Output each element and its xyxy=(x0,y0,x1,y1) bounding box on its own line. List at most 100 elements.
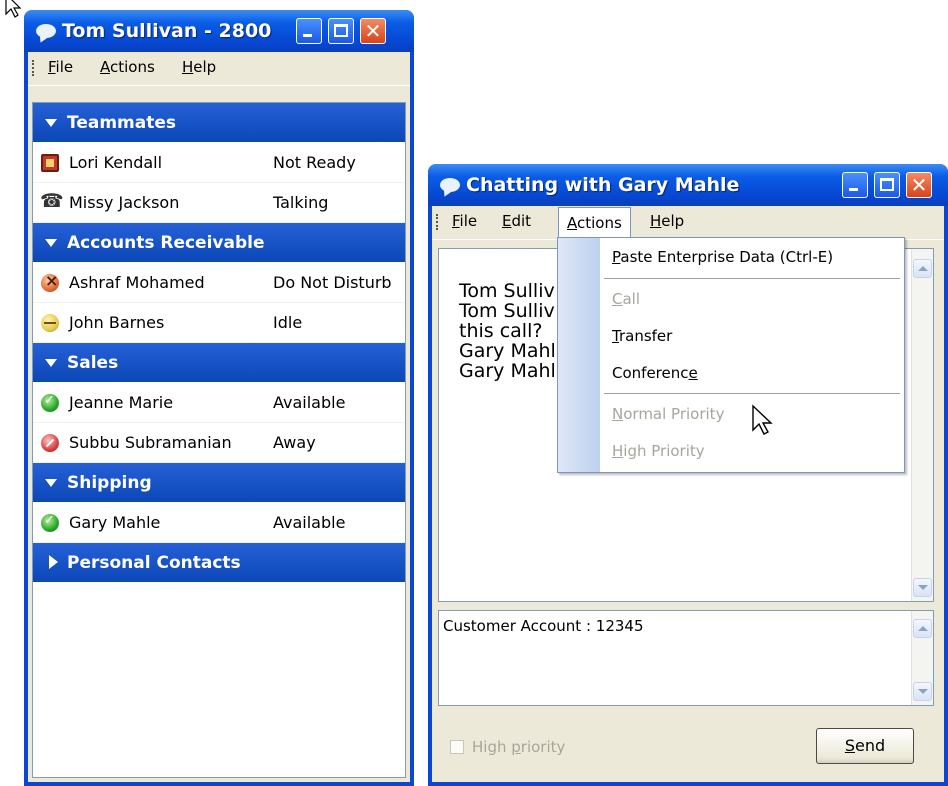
contact-row[interactable]: Missy Jackson Talking xyxy=(33,183,405,223)
group-header-shipping[interactable]: Shipping xyxy=(33,463,405,503)
group-header-personal-contacts[interactable]: Personal Contacts xyxy=(33,543,405,583)
menu-actions[interactable]: Actions xyxy=(558,207,631,237)
not-ready-icon xyxy=(41,154,59,172)
contact-name: Ashraf Mohamed xyxy=(69,273,205,292)
away-icon xyxy=(41,434,59,452)
group-header-accounts-receivable[interactable]: Accounts Receivable xyxy=(33,223,405,263)
chevron-down-icon xyxy=(918,585,928,590)
mouse-pointer-icon xyxy=(5,0,22,18)
contact-status: Available xyxy=(273,393,346,412)
message-input[interactable]: Customer Account : 12345 xyxy=(438,610,934,706)
contacts-window-body: File Actions Help Teammates Lori Kendall… xyxy=(28,52,410,782)
contact-row[interactable]: Ashraf Mohamed Do Not Disturb xyxy=(33,263,405,303)
contacts-title-bar[interactable]: Tom Sullivan - 2800 ✕ xyxy=(24,10,414,52)
available-check-icon xyxy=(41,393,59,412)
maximize-button[interactable] xyxy=(874,172,900,198)
close-button[interactable]: ✕ xyxy=(360,18,386,44)
menu-help[interactable]: Help xyxy=(174,52,224,82)
chevron-down-icon xyxy=(918,689,928,694)
menu-actions[interactable]: Actions xyxy=(92,52,163,82)
collapse-arrow-icon xyxy=(45,479,57,487)
group-header-teammates[interactable]: Teammates xyxy=(33,103,405,143)
checkbox-box[interactable] xyxy=(450,740,464,754)
minimize-button[interactable] xyxy=(842,172,868,198)
idle-icon xyxy=(41,314,59,332)
scroll-up-button[interactable] xyxy=(913,619,932,638)
chat-window: Chatting with Gary Mahle ✕ File Edit Act… xyxy=(428,164,948,786)
minimize-button[interactable] xyxy=(296,18,322,44)
message-input-value: Customer Account : 12345 xyxy=(443,617,644,635)
menu-item-normal-priority[interactable]: Normal Priority xyxy=(612,399,724,429)
menu-grip xyxy=(436,214,439,230)
contacts-window: Tom Sullivan - 2800 ✕ File Actions Help … xyxy=(24,10,414,786)
chevron-up-icon xyxy=(918,266,928,271)
chat-title-bar[interactable]: Chatting with Gary Mahle ✕ xyxy=(428,164,948,206)
minimize-icon xyxy=(849,188,858,191)
menu-item-paste-enterprise-data[interactable]: Paste Enterprise Data (Ctrl-E) xyxy=(612,242,833,272)
contact-status: Available xyxy=(273,513,346,532)
menu-separator xyxy=(604,393,900,394)
transcript-lines: Tom Sulliv Tom Sulliv this call? Gary Ma… xyxy=(459,281,556,381)
scroll-up-button[interactable] xyxy=(913,259,932,278)
close-icon: ✕ xyxy=(364,19,382,43)
contact-row[interactable]: Jeanne Marie Available xyxy=(33,383,405,423)
contact-name: Subbu Subramanian xyxy=(69,433,232,452)
menu-help[interactable]: Help xyxy=(642,206,692,236)
maximize-icon xyxy=(334,24,348,37)
send-button[interactable]: Send xyxy=(816,728,914,764)
contact-row[interactable]: Subbu Subramanian Away xyxy=(33,423,405,463)
menu-item-transfer[interactable]: Transfer xyxy=(612,321,672,351)
available-check-icon xyxy=(41,513,59,532)
scroll-down-button[interactable] xyxy=(913,682,932,701)
close-button[interactable]: ✕ xyxy=(906,172,932,198)
menu-file[interactable]: File xyxy=(40,52,81,82)
contact-status: Do Not Disturb xyxy=(273,273,392,292)
transcript-line: Gary Mahl xyxy=(459,340,556,362)
group-header-sales[interactable]: Sales xyxy=(33,343,405,383)
collapse-arrow-icon xyxy=(45,239,57,247)
menu-item-call[interactable]: Call xyxy=(612,284,640,314)
contact-row[interactable]: John Barnes Idle xyxy=(33,303,405,343)
menu-file[interactable]: File xyxy=(444,206,485,236)
input-scrollbar[interactable] xyxy=(911,611,933,705)
contacts-window-title: Tom Sullivan - 2800 xyxy=(62,20,272,42)
contacts-menu-bar: File Actions Help xyxy=(28,52,410,86)
collapse-arrow-icon xyxy=(45,119,57,127)
contact-name: Jeanne Marie xyxy=(69,393,174,412)
maximize-icon xyxy=(880,178,894,191)
collapse-arrow-icon xyxy=(45,359,57,367)
contact-name: John Barnes xyxy=(69,313,165,332)
actions-dropdown-menu: Paste Enterprise Data (Ctrl-E) Call Tran… xyxy=(557,237,905,473)
phone-handset-icon xyxy=(40,190,64,212)
contact-status: Not Ready xyxy=(273,153,356,172)
high-priority-checkbox[interactable]: High priority xyxy=(450,738,565,756)
transcript-line: this call? xyxy=(459,320,543,342)
contact-row[interactable]: Lori Kendall Not Ready xyxy=(33,143,405,183)
chat-menu-bar: File Edit Actions Help xyxy=(432,206,944,240)
contacts-list: Teammates Lori Kendall Not Ready Missy J… xyxy=(32,102,406,778)
contact-status: Away xyxy=(273,433,316,452)
menu-grip xyxy=(32,60,35,76)
chat-window-title: Chatting with Gary Mahle xyxy=(466,174,740,196)
menu-item-conference[interactable]: Conference xyxy=(612,358,698,388)
contact-row[interactable]: Gary Mahle Available xyxy=(33,503,405,543)
menu-edit[interactable]: Edit xyxy=(494,206,539,236)
scroll-down-button[interactable] xyxy=(913,578,932,597)
expand-arrow-icon xyxy=(49,555,58,569)
maximize-button[interactable] xyxy=(328,18,354,44)
do-not-disturb-icon xyxy=(41,271,59,292)
menu-item-high-priority[interactable]: High Priority xyxy=(612,436,705,466)
contact-status: Idle xyxy=(273,313,303,332)
menu-icon-gutter xyxy=(558,238,600,472)
contact-name: Lori Kendall xyxy=(69,153,163,172)
close-icon: ✕ xyxy=(910,173,928,197)
transcript-line: Gary Mahl xyxy=(459,360,556,382)
chevron-up-icon xyxy=(918,626,928,631)
mouse-pointer-icon xyxy=(752,404,773,435)
contact-status: Talking xyxy=(273,193,329,212)
chat-window-body: File Edit Actions Help Tom Sulliv Tom Su… xyxy=(432,206,944,782)
chat-bubble-icon xyxy=(440,178,460,192)
transcript-scrollbar[interactable] xyxy=(911,249,933,601)
transcript-line: Tom Sulliv xyxy=(459,280,555,302)
chat-bubble-icon xyxy=(36,24,56,38)
